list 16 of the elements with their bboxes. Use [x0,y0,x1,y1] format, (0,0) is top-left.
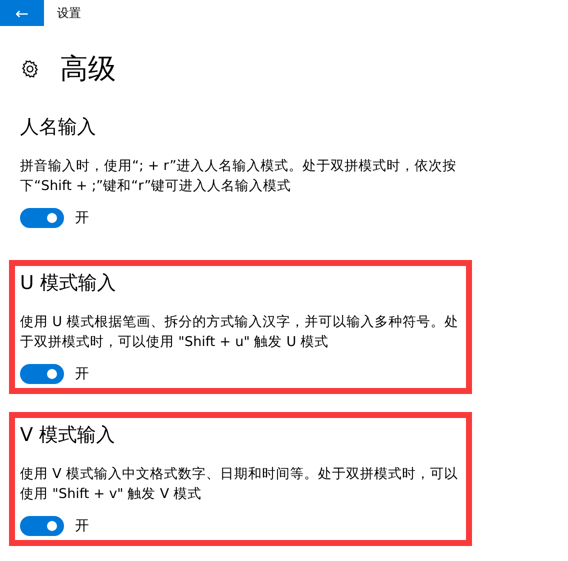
section-title: V 模式输入 [20,423,116,448]
section-title: 人名输入 [20,115,97,140]
section-description: 使用 V 模式输入中文格式数字、日期和时间等。处于双拼模式时，可以使用 "Shift + v" 触发 V 模式 [20,465,459,504]
toggle-switch[interactable] [20,208,64,228]
settings-icon [20,59,40,79]
toggle-switch[interactable] [20,516,64,536]
back-button[interactable]: ← [0,0,44,26]
toggle-label: 开 [75,209,89,227]
section-title: U 模式输入 [20,271,117,296]
toggle-label: 开 [75,517,89,535]
window-title: 设置 [57,4,81,22]
toggle-switch[interactable] [20,364,64,384]
section-description: 使用 U 模式根据笔画、拆分的方式输入汉字，并可以输入多种符号。处于双拼模式时，可以使用 "Shift + u" 触发 U 模式 [20,313,460,352]
toggle-label: 开 [75,365,89,383]
page-title: 高级 [60,51,116,87]
section-description: 拼音输入时，使用“; + r”进入人名输入模式。处于双拼模式时，依次按下“Shift + ;”键和“r”键可进入人名输入模式 [20,157,458,196]
